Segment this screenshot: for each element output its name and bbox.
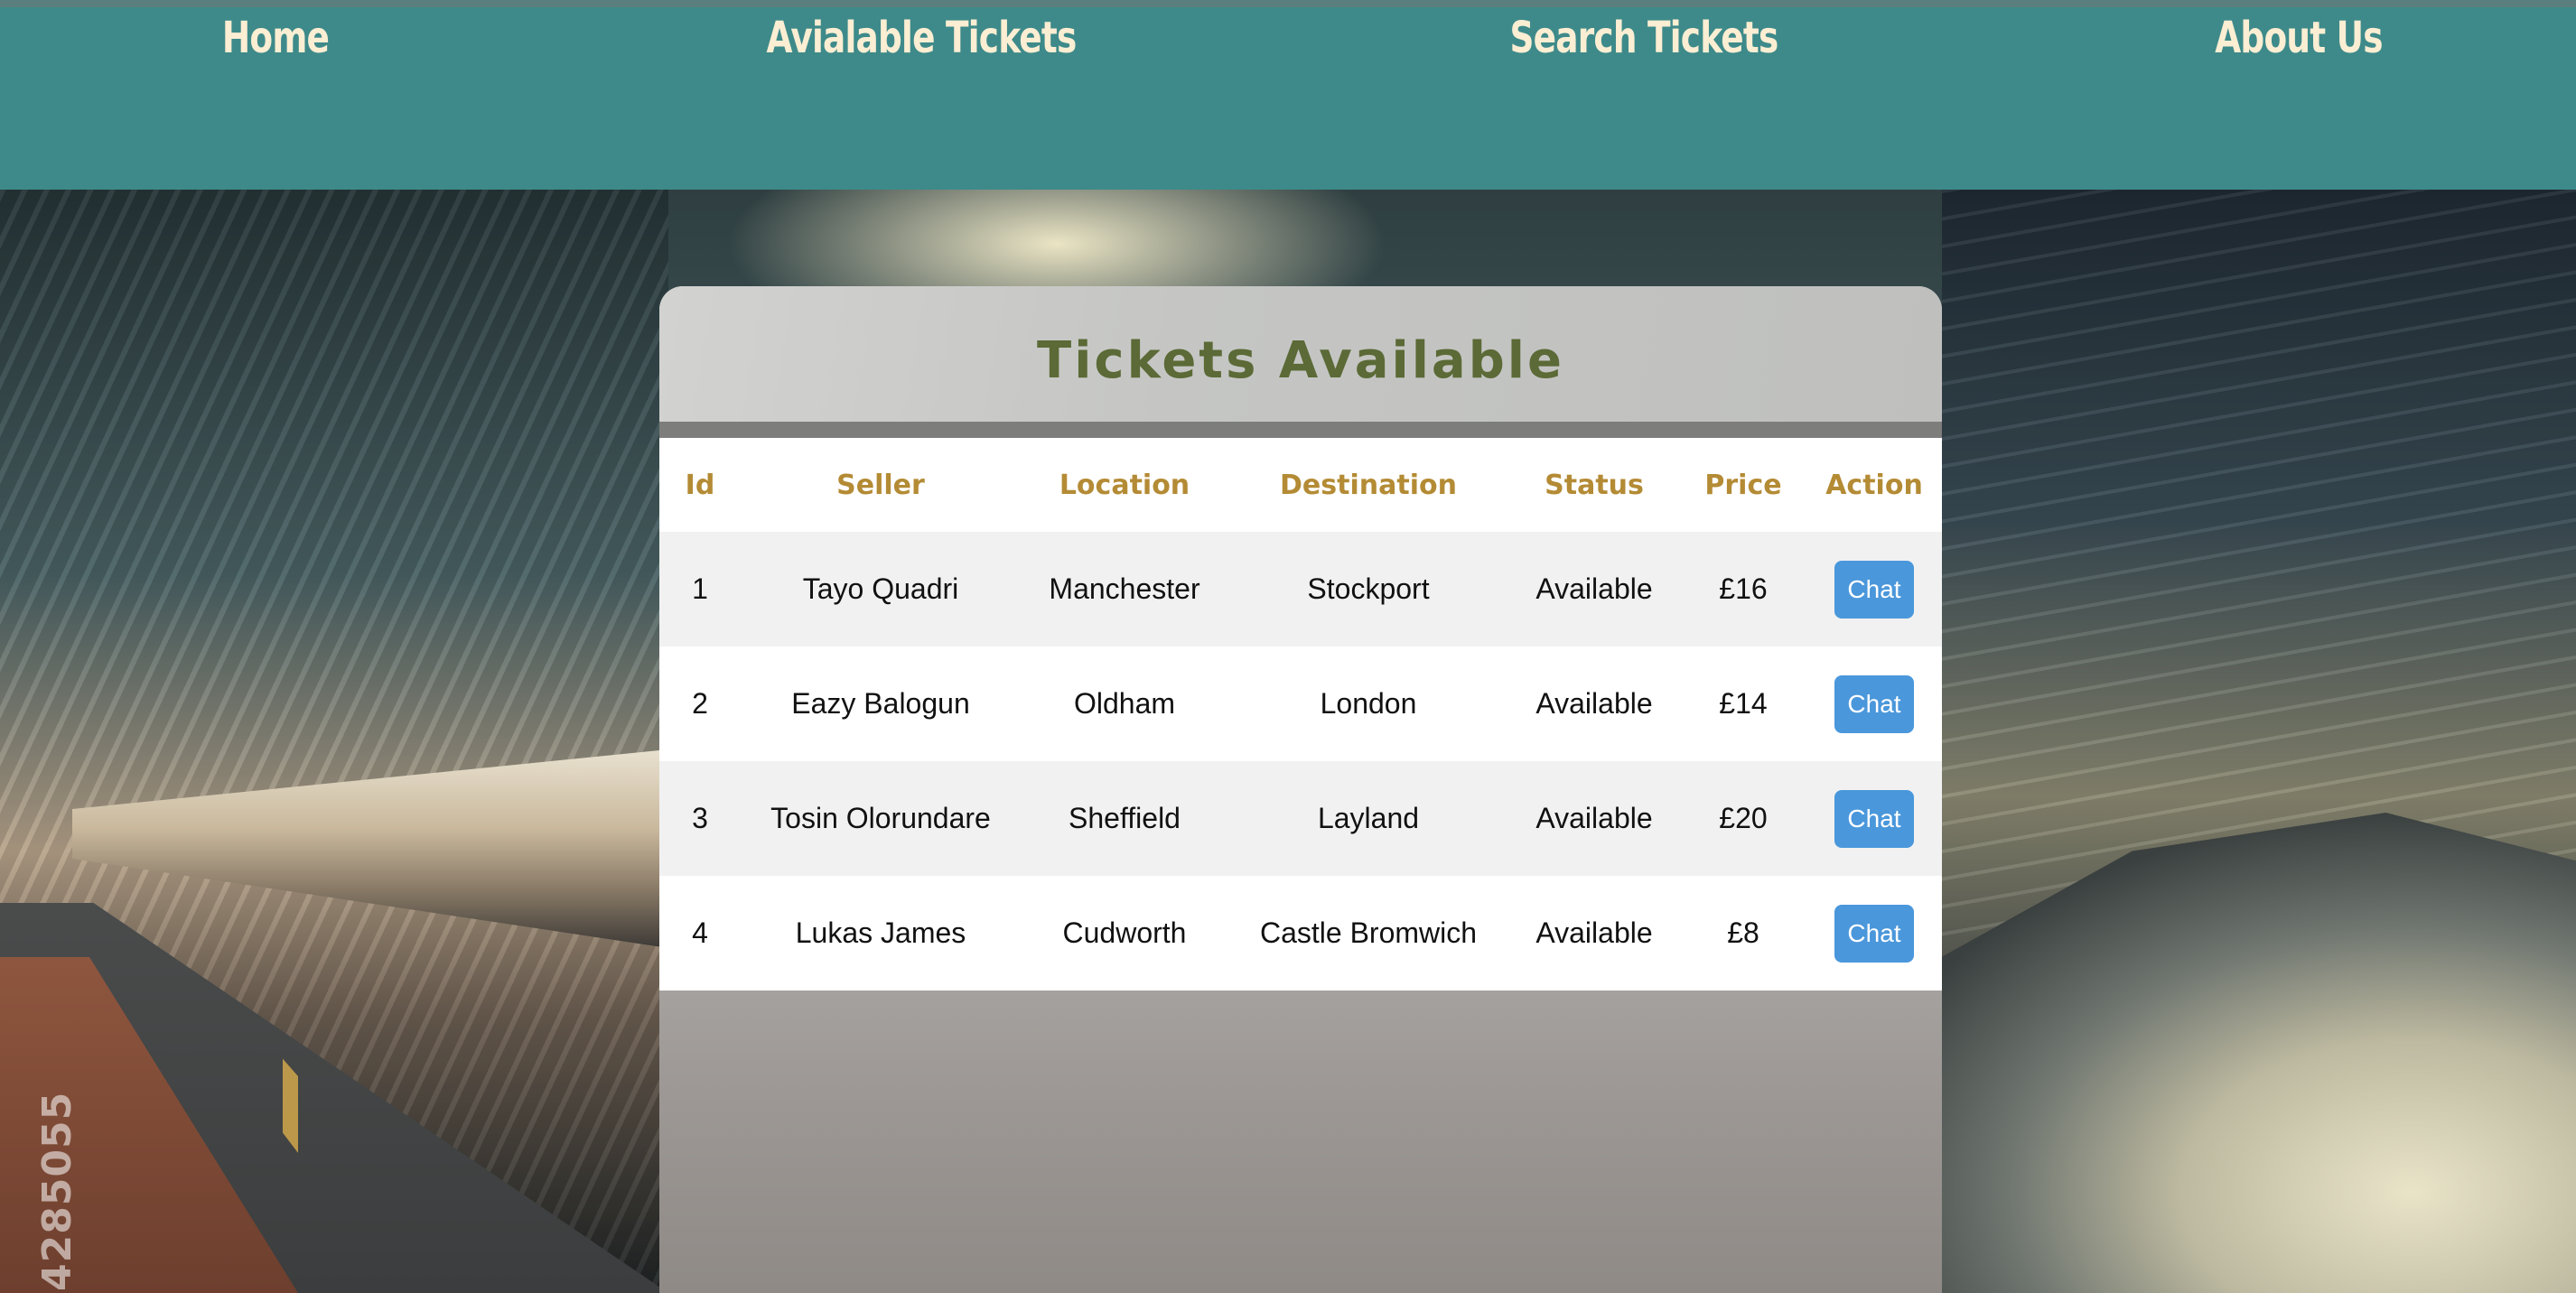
nav-link-available-tickets[interactable]: Avialable Tickets	[738, 13, 1105, 63]
column-header-destination: Destination	[1228, 438, 1508, 532]
cell-seller: Tayo Quadri	[741, 532, 1021, 646]
top-strip	[0, 0, 2576, 7]
cell-id: 2	[659, 646, 741, 761]
chat-button[interactable]: Chat	[1834, 789, 1914, 848]
nav-link-home[interactable]: Home	[194, 13, 356, 63]
chat-button[interactable]: Chat	[1834, 904, 1914, 963]
cell-location: Sheffield	[1021, 761, 1228, 876]
tickets-card: Tickets Available Id Seller Location Des…	[659, 286, 1942, 1293]
cell-status: Available	[1508, 646, 1680, 761]
cell-action: Chat	[1806, 646, 1942, 761]
cell-action: Chat	[1806, 761, 1942, 876]
table-row: 1 Tayo Quadri Manchester Stockport Avail…	[659, 532, 1942, 646]
cell-destination: Stockport	[1228, 532, 1508, 646]
nav-link-about-us[interactable]: About Us	[2147, 13, 2450, 63]
cell-location: Cudworth	[1021, 876, 1228, 991]
card-divider	[659, 422, 1942, 438]
cell-id: 1	[659, 532, 741, 646]
cell-price: £14	[1680, 646, 1806, 761]
table-row: 4 Lukas James Cudworth Castle Bromwich A…	[659, 876, 1942, 991]
tickets-table: Id Seller Location Destination Status Pr…	[659, 438, 1942, 991]
column-header-seller: Seller	[741, 438, 1021, 532]
column-header-status: Status	[1508, 438, 1680, 532]
cell-id: 4	[659, 876, 741, 991]
chat-button[interactable]: Chat	[1834, 674, 1914, 733]
card-header: Tickets Available	[659, 286, 1942, 422]
chat-button[interactable]: Chat	[1834, 560, 1914, 619]
cell-status: Available	[1508, 876, 1680, 991]
page-title: Tickets Available	[1037, 331, 1564, 390]
cell-id: 3	[659, 761, 741, 876]
cell-action: Chat	[1806, 876, 1942, 991]
table-header-row: Id Seller Location Destination Status Pr…	[659, 438, 1942, 532]
column-header-action: Action	[1806, 438, 1942, 532]
column-header-price: Price	[1680, 438, 1806, 532]
table-row: 2 Eazy Balogun Oldham London Available £…	[659, 646, 1942, 761]
cell-destination: Castle Bromwich	[1228, 876, 1508, 991]
column-header-location: Location	[1021, 438, 1228, 532]
background-watermark-number: 4285055	[34, 1091, 80, 1291]
cell-price: £16	[1680, 532, 1806, 646]
cell-seller: Lukas James	[741, 876, 1021, 991]
cell-location: Manchester	[1021, 532, 1228, 646]
cell-price: £8	[1680, 876, 1806, 991]
cell-destination: Layland	[1228, 761, 1508, 876]
column-header-id: Id	[659, 438, 741, 532]
cell-destination: London	[1228, 646, 1508, 761]
table-row: 3 Tosin Olorundare Sheffield Layland Ava…	[659, 761, 1942, 876]
cell-price: £20	[1680, 761, 1806, 876]
cell-seller: Eazy Balogun	[741, 646, 1021, 761]
nav-link-search-tickets[interactable]: Search Tickets	[1475, 13, 1813, 63]
page: Home Avialable Tickets Search Tickets Ab…	[0, 0, 2576, 1293]
navbar: Home Avialable Tickets Search Tickets Ab…	[0, 7, 2576, 190]
cell-location: Oldham	[1021, 646, 1228, 761]
cell-status: Available	[1508, 761, 1680, 876]
cell-seller: Tosin Olorundare	[741, 761, 1021, 876]
cell-action: Chat	[1806, 532, 1942, 646]
cell-status: Available	[1508, 532, 1680, 646]
